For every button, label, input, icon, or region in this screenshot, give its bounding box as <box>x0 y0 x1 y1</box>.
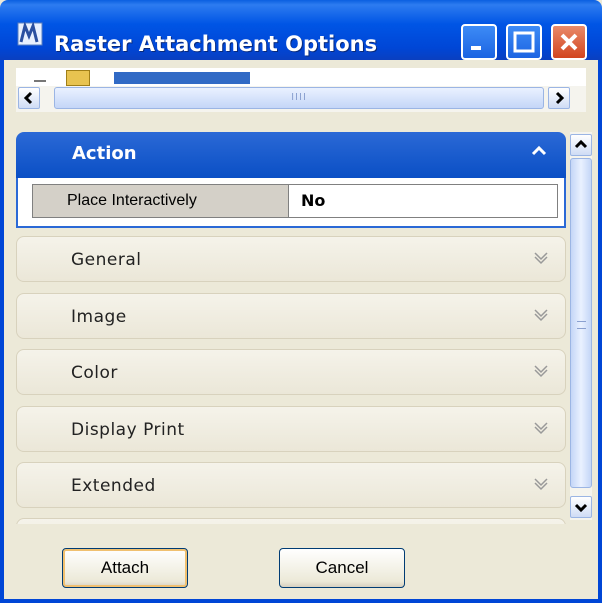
group-extended[interactable]: Extended <box>16 462 566 508</box>
chevron-up-icon <box>531 145 547 156</box>
action-group-label: Action <box>72 143 137 164</box>
scroll-right-button[interactable] <box>548 87 570 109</box>
scroll-up-button[interactable] <box>570 134 592 156</box>
options-panel: Action Place Interactively No General Im… <box>16 124 570 524</box>
chevron-down-icon <box>534 422 548 435</box>
group-label: General <box>71 250 142 270</box>
horizontal-scrollbar[interactable]: IIII <box>16 86 586 112</box>
place-interactively-value[interactable]: No <box>288 184 558 218</box>
tree-connector <box>34 80 46 82</box>
scroll-grip <box>577 321 586 329</box>
scroll-left-button[interactable] <box>18 87 40 109</box>
tree-item-selected[interactable] <box>114 72 250 84</box>
group-label: Color <box>71 363 118 383</box>
vertical-scrollbar[interactable] <box>570 132 592 520</box>
attach-button[interactable]: Attach <box>62 548 188 588</box>
chevron-down-icon <box>534 309 548 322</box>
place-interactively-label: Place Interactively <box>32 184 288 218</box>
scroll-right-icon <box>555 91 565 105</box>
cancel-button[interactable]: Cancel <box>279 548 405 588</box>
scroll-left-icon <box>23 91 33 105</box>
group-display-print[interactable]: Display Print <box>16 406 566 452</box>
microstation-app-icon <box>17 22 43 46</box>
scroll-down-icon <box>574 503 588 513</box>
group-general[interactable]: General <box>16 236 566 282</box>
horizontal-scroll-thumb[interactable]: IIII <box>54 87 544 109</box>
group-label: Image <box>71 307 127 327</box>
folder-icon <box>66 70 90 86</box>
maximize-icon <box>513 31 535 53</box>
minimize-button[interactable] <box>461 24 497 60</box>
scroll-down-button[interactable] <box>570 496 592 518</box>
group-label: Display Print <box>71 420 185 440</box>
title-bar[interactable]: Raster Attachment Options <box>0 0 602 60</box>
maximize-button[interactable] <box>506 24 542 60</box>
group-image[interactable]: Image <box>16 293 566 339</box>
close-icon <box>560 33 578 51</box>
group-label: Extended <box>71 476 156 496</box>
action-group-body: Place Interactively No <box>16 178 566 228</box>
group-color[interactable]: Color <box>16 349 566 395</box>
window-title: Raster Attachment Options <box>54 32 378 56</box>
scroll-up-icon <box>574 139 588 149</box>
chevron-down-icon <box>534 478 548 491</box>
vertical-scroll-thumb[interactable] <box>570 158 592 488</box>
minimize-icon <box>471 46 481 50</box>
action-group-header[interactable]: Action <box>16 132 566 178</box>
chevron-down-icon <box>534 365 548 378</box>
group-partial[interactable] <box>16 518 566 524</box>
close-button[interactable] <box>551 24 587 60</box>
chevron-down-icon <box>534 252 548 265</box>
